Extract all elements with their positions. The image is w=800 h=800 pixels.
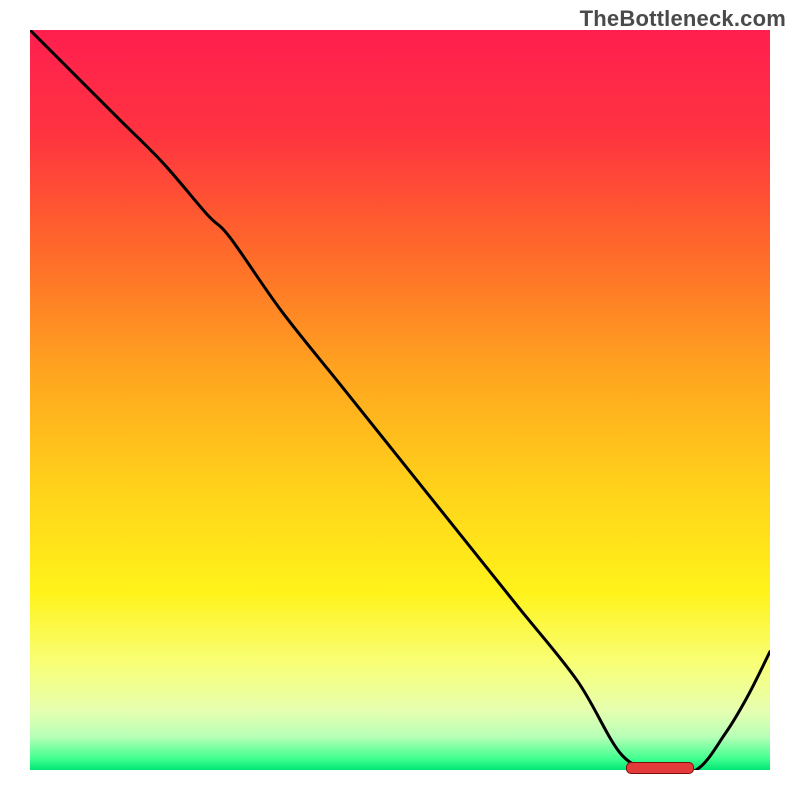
- watermark-text: TheBottleneck.com: [580, 6, 786, 32]
- chart-stage: TheBottleneck.com: [0, 0, 800, 800]
- plot-svg: [30, 30, 770, 770]
- optimal-range-marker: [626, 762, 695, 774]
- plot-area: [30, 30, 770, 770]
